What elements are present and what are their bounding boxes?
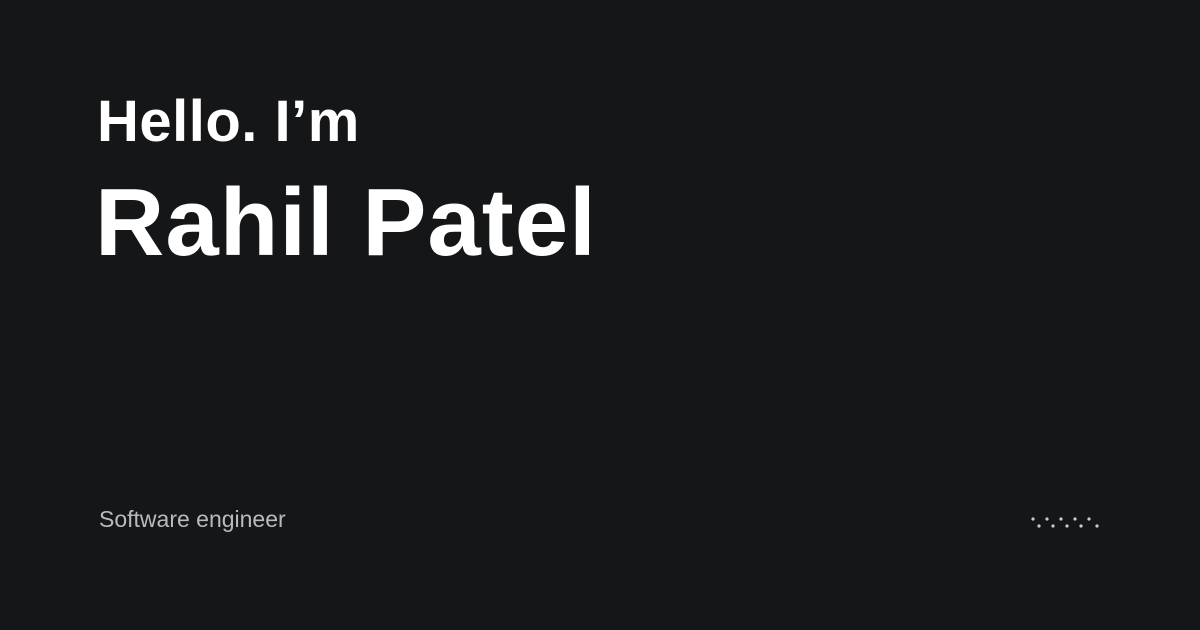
- decoration-dot: [1073, 517, 1077, 521]
- decoration-dot: [1065, 524, 1069, 528]
- dotted-wave-icon: [1031, 517, 1099, 528]
- decoration-dot: [1095, 524, 1099, 528]
- greeting-text: Hello. I’m: [97, 89, 360, 154]
- decoration-dot: [1059, 517, 1063, 521]
- author-name: Rahil Patel: [95, 169, 597, 276]
- job-title: Software engineer: [99, 506, 286, 532]
- decoration-dot: [1087, 517, 1091, 521]
- decoration-dot: [1037, 524, 1041, 528]
- decoration-dot: [1051, 524, 1055, 528]
- decoration-dot: [1045, 517, 1049, 521]
- decoration-dot: [1079, 524, 1083, 528]
- decoration-dot: [1031, 517, 1035, 521]
